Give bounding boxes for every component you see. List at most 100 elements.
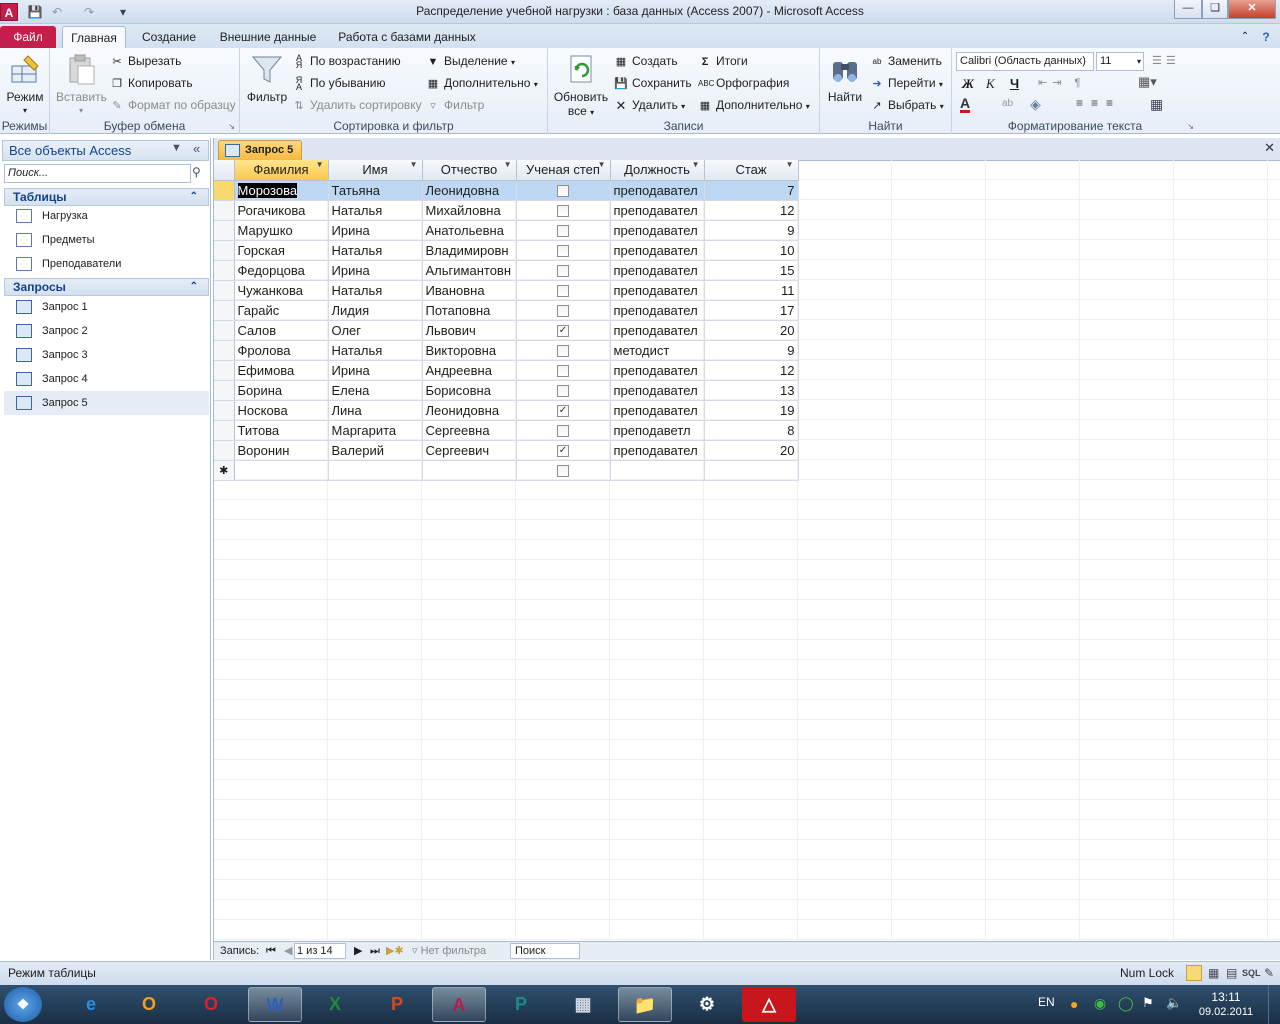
table-row[interactable]: Борина Елена Борисовна преподавател 13 — [214, 380, 799, 401]
checkbox[interactable] — [557, 365, 569, 378]
calculator-icon[interactable]: ▦ — [556, 987, 610, 1022]
spelling-button[interactable]: ABC Орфография — [698, 73, 789, 93]
search-icon[interactable]: ⚲ — [192, 165, 201, 179]
sort-ascending-button[interactable]: А Я По возрастанию — [292, 51, 401, 71]
table-cell[interactable]: Ефимова — [234, 360, 329, 381]
nav-search-input[interactable]: Поиск... — [4, 164, 191, 183]
table-cell[interactable]: преподавател — [610, 320, 705, 341]
table-row[interactable]: Федорцова Ирина Альгимантовн преподавател 15 — [214, 260, 799, 281]
nav-item-query[interactable]: Запрос 2 — [4, 319, 209, 343]
table-cell[interactable]: Владимировн — [422, 240, 517, 261]
table-cell[interactable]: Ирина — [328, 360, 423, 381]
table-cell[interactable]: Воронин — [234, 440, 329, 461]
table-cell[interactable] — [234, 460, 329, 481]
table-cell[interactable]: 20 — [704, 320, 799, 341]
nav-item-table[interactable]: Предметы — [4, 228, 209, 252]
row-selector[interactable] — [214, 200, 235, 221]
replace-button[interactable]: ab Заменить — [870, 51, 942, 71]
copy-button[interactable]: ❐ Копировать — [110, 73, 193, 93]
table-row[interactable]: Марушко Ирина Анатольевна преподавател 9 — [214, 220, 799, 241]
column-header[interactable]: Фамилия ▼ — [234, 160, 329, 181]
table-cell[interactable]: Олег — [328, 320, 423, 341]
table-cell[interactable]: Андреевна — [422, 360, 517, 381]
publisher-icon[interactable]: P — [494, 987, 548, 1022]
table-cell[interactable]: Ивановна — [422, 280, 517, 301]
table-cell[interactable]: 15 — [704, 260, 799, 281]
sql-view-icon[interactable]: SQL — [1242, 962, 1261, 985]
table-cell[interactable]: Федорцова — [234, 260, 329, 281]
format-painter-button[interactable]: ✎ Формат по образцу — [110, 95, 235, 115]
table-cell[interactable]: Горская — [234, 240, 329, 261]
paste-button[interactable]: Вставить ▾ — [56, 52, 107, 118]
select-button[interactable]: ↗ Выбрать ▾ — [870, 95, 943, 115]
table-cell[interactable]: преподавател — [610, 180, 705, 201]
checkbox[interactable] — [557, 385, 569, 398]
new-record-button[interactable]: ▦ Создать — [614, 51, 678, 71]
checkbox-cell[interactable] — [516, 380, 611, 401]
list-bullets-icon[interactable]: ☰☰ — [1152, 54, 1180, 67]
new-blank-record-icon[interactable]: ▶✱ — [386, 942, 404, 960]
table-cell[interactable]: 12 — [704, 360, 799, 381]
show-desktop-button[interactable] — [1268, 985, 1280, 1024]
alternate-fill-icon[interactable]: ▦ — [1150, 96, 1163, 113]
collapse-pane-icon[interactable]: « — [193, 141, 200, 156]
word-icon[interactable]: W — [248, 987, 302, 1022]
prev-record-icon[interactable]: ◀ — [284, 942, 292, 960]
tray-network-icon[interactable]: ◯ — [1118, 995, 1134, 1012]
tab-home[interactable]: Главная — [62, 26, 126, 48]
table-cell[interactable]: 8 — [704, 420, 799, 441]
tab-database-tools[interactable]: Работа с базами данных — [334, 26, 480, 48]
checkbox-cell[interactable]: ✓ — [516, 400, 611, 421]
font-name-select[interactable]: Calibri (Область данных) — [956, 52, 1094, 71]
maximize-button[interactable]: ❑ — [1202, 0, 1228, 19]
table-cell[interactable]: Марушко — [234, 220, 329, 241]
cut-button[interactable]: ✂ Вырезать — [110, 51, 181, 71]
checkbox-cell[interactable] — [516, 280, 611, 301]
fill-color-icon[interactable]: ◈ — [1030, 96, 1041, 113]
table-cell[interactable]: Ирина — [328, 220, 423, 241]
explorer-icon[interactable]: 📁 — [618, 987, 672, 1022]
table-cell[interactable]: Фролова — [234, 340, 329, 361]
nav-item-table[interactable]: Преподаватели — [4, 252, 209, 276]
font-size-select[interactable]: 11 ▾ — [1096, 52, 1144, 71]
table-row[interactable]: Титова Маргарита Сергеевна преподаветл 8 — [214, 420, 799, 441]
table-cell[interactable]: Татьяна — [328, 180, 423, 201]
nav-item-query[interactable]: Запрос 5 — [4, 391, 209, 415]
new-record-row[interactable]: ✱ — [214, 460, 799, 481]
table-row[interactable]: Чужанкова Наталья Ивановна преподавател 11 — [214, 280, 799, 301]
table-cell[interactable]: Сергеевич — [422, 440, 517, 461]
tab-file[interactable]: Файл — [0, 26, 56, 48]
table-cell[interactable]: Маргарита — [328, 420, 423, 441]
tab-create[interactable]: Создание — [134, 26, 204, 48]
start-icon[interactable]: ❖ — [4, 987, 42, 1022]
dialog-launcher-icon[interactable]: ↘ — [228, 122, 235, 131]
minimize-button[interactable]: — — [1174, 0, 1202, 19]
bold-button[interactable]: Ж — [962, 76, 974, 92]
table-cell[interactable]: Салов — [234, 320, 329, 341]
checkbox-cell[interactable] — [516, 260, 611, 281]
table-cell[interactable]: Анатольевна — [422, 220, 517, 241]
table-cell[interactable]: преподавател — [610, 220, 705, 241]
row-selector[interactable] — [214, 400, 235, 421]
checkbox-cell[interactable] — [516, 220, 611, 241]
tray-eye-icon[interactable]: ◉ — [1094, 995, 1106, 1012]
checkbox[interactable] — [557, 465, 569, 478]
selection-button[interactable]: ▼ Выделение ▾ — [426, 51, 515, 71]
table-cell[interactable]: преподавател — [610, 200, 705, 221]
design-view-icon[interactable]: ✎ — [1264, 962, 1274, 985]
table-cell[interactable]: Рогачикова — [234, 200, 329, 221]
nav-item-table[interactable]: Нагрузка — [4, 204, 209, 228]
checkbox[interactable]: ✓ — [557, 325, 569, 338]
checkbox-cell[interactable] — [516, 420, 611, 441]
table-cell[interactable]: преподавател — [610, 400, 705, 421]
minimize-ribbon-icon[interactable]: ⌃ — [1238, 26, 1252, 48]
table-cell[interactable]: 10 — [704, 240, 799, 261]
advanced-filter-button[interactable]: ▦ Дополнительно ▾ — [426, 73, 538, 93]
checkbox[interactable]: ✓ — [557, 405, 569, 418]
table-cell[interactable]: Носкова — [234, 400, 329, 421]
pivot-view-icon[interactable]: ▦ — [1208, 962, 1219, 985]
table-cell[interactable]: Альгимантовн — [422, 260, 517, 281]
checkbox[interactable]: ✓ — [557, 445, 569, 458]
table-row[interactable]: Гарайс Лидия Потаповна преподавател 17 — [214, 300, 799, 321]
access-icon[interactable]: A — [432, 987, 486, 1022]
